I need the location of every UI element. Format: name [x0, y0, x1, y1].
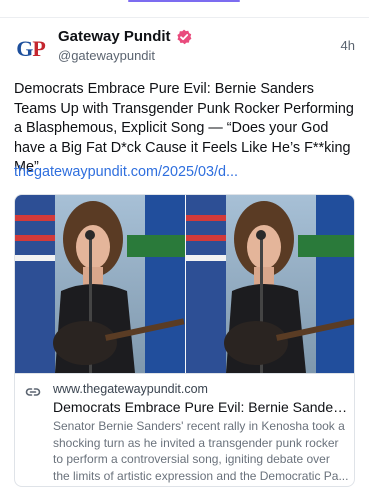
link-preview-title[interactable]: Democrats Embrace Pure Evil: Bernie Sand… [53, 399, 349, 415]
photo-panel-left [15, 195, 185, 373]
photo-panel-right [186, 195, 354, 373]
feed-post[interactable]: G P Gateway Pundit @gatewaypundit 4h Dem… [0, 18, 369, 500]
author-display-name[interactable]: Gateway Pundit [58, 28, 171, 45]
avatar[interactable]: G P [14, 32, 48, 66]
author-handle[interactable]: @gatewaypundit [58, 48, 155, 63]
tab-indicator-strip [0, 0, 369, 18]
link-preview-description: Senator Bernie Sanders' recent rally in … [53, 419, 349, 483]
avatar-letter-p: P [32, 36, 46, 61]
post-link[interactable]: thegatewaypundit.com/2025/03/d... [14, 164, 238, 180]
verified-badge-icon [176, 29, 191, 44]
link-preview-meta[interactable]: www.thegatewaypundit.com Democrats Embra… [15, 373, 354, 486]
author-row: Gateway Pundit [58, 28, 192, 45]
avatar-letter-g: G [16, 36, 33, 61]
link-icon [25, 388, 41, 396]
active-tab-indicator [128, 0, 240, 2]
preview-photo [15, 195, 354, 373]
link-preview-card[interactable]: www.thegatewaypundit.com Democrats Embra… [14, 194, 355, 487]
link-preview-image[interactable] [15, 195, 354, 373]
post-timestamp[interactable]: 4h [341, 38, 355, 53]
post-text: Democrats Embrace Pure Evil: Bernie Sand… [14, 81, 354, 175]
link-preview-domain: www.thegatewaypundit.com [53, 382, 208, 396]
